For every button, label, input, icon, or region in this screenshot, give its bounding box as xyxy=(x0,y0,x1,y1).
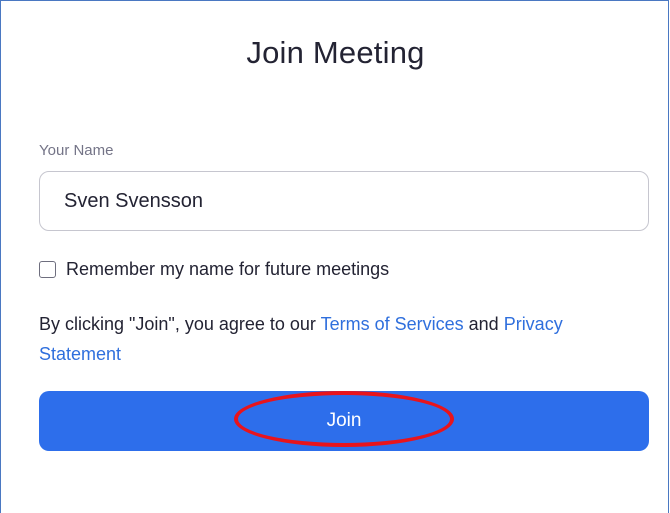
name-input[interactable] xyxy=(39,171,649,231)
terms-agreement-text: By clicking "Join", you agree to our Ter… xyxy=(39,309,649,369)
page-title: Join Meeting xyxy=(246,35,425,70)
agree-prefix: By clicking "Join", you agree to our xyxy=(39,314,321,334)
join-meeting-dialog: Join Meeting Your Name Remember my name … xyxy=(0,0,669,513)
remember-name-option[interactable]: Remember my name for future meetings xyxy=(39,257,389,281)
agree-and: and xyxy=(463,314,504,334)
join-button[interactable]: Join xyxy=(39,391,649,451)
name-field-label: Your Name xyxy=(39,142,114,159)
terms-of-services-link[interactable]: Terms of Services xyxy=(321,314,464,334)
remember-name-checkbox[interactable] xyxy=(39,260,56,278)
remember-name-label: Remember my name for future meetings xyxy=(66,258,390,279)
